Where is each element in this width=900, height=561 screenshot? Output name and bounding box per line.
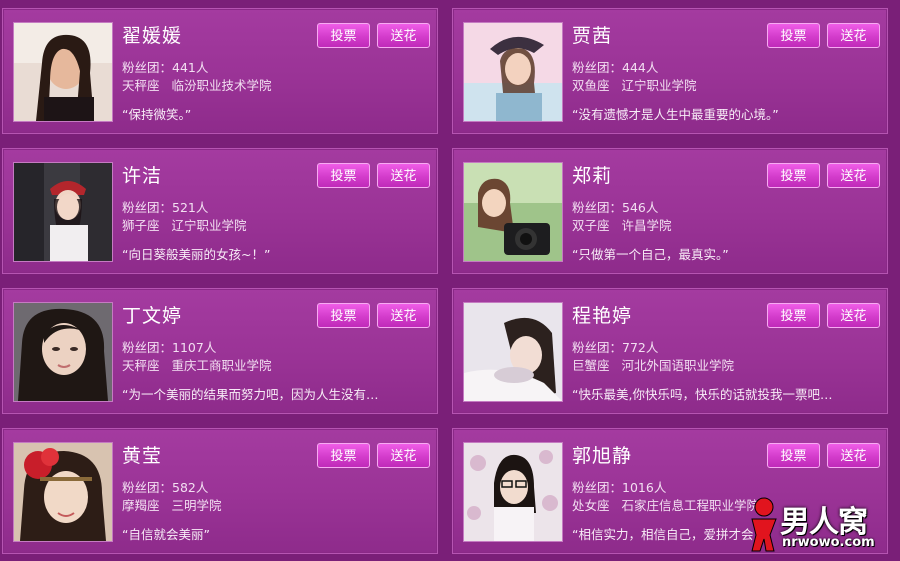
vote-button[interactable]: 投票 <box>317 443 370 468</box>
fan-value: 1107人 <box>172 340 217 355</box>
contestant-photo[interactable] <box>464 443 562 541</box>
vote-button[interactable]: 投票 <box>767 303 820 328</box>
watermark-logo-icon <box>751 497 777 552</box>
school-name: 许昌学院 <box>621 218 672 233</box>
contestant-card: 黄莹 粉丝团：582人 摩羯座 三明学院 “自信就会美丽” 投票 送花 <box>2 428 438 554</box>
zodiac-sign: 天秤座 <box>122 358 160 373</box>
send-flower-button[interactable]: 送花 <box>377 443 430 468</box>
contestant-info: 天秤座 临汾职业技术学院 <box>122 75 272 94</box>
fan-value: 772人 <box>622 340 659 355</box>
contestant-info: 双鱼座 辽宁职业学院 <box>572 75 697 94</box>
fan-count: 粉丝团：582人 <box>122 477 208 496</box>
contestant-card: 贾茜 粉丝团：444人 双鱼座 辽宁职业学院 “没有遗憾才是人生中最重要的心境。”… <box>452 8 888 134</box>
fan-count: 粉丝团：1107人 <box>122 337 216 356</box>
zodiac-sign: 天秤座 <box>122 78 160 93</box>
contestant-quote: “自信就会美丽” <box>122 527 210 542</box>
school-name: 河北外国语职业学院 <box>621 358 735 373</box>
zodiac-sign: 狮子座 <box>122 218 160 233</box>
fan-label: 粉丝团： <box>122 340 173 355</box>
vote-button[interactable]: 投票 <box>317 303 370 328</box>
fan-count: 粉丝团：444人 <box>572 57 658 76</box>
contestant-photo[interactable] <box>464 23 562 121</box>
watermark-url: nrwowo.com <box>782 535 875 550</box>
contestant-card: 翟媛媛 粉丝团：441人 天秤座 临汾职业技术学院 “保持微笑。” 投票 送花 <box>2 8 438 134</box>
fan-label: 粉丝团： <box>572 480 623 495</box>
school-name: 重庆工商职业学院 <box>171 358 272 373</box>
contestant-name[interactable]: 郑莉 <box>572 161 612 188</box>
contestant-name[interactable]: 贾茜 <box>572 21 612 48</box>
zodiac-sign: 处女座 <box>572 498 610 513</box>
send-flower-button[interactable]: 送花 <box>377 163 430 188</box>
contestant-name[interactable]: 黄莹 <box>122 441 162 468</box>
fan-count: 粉丝团：546人 <box>572 197 658 216</box>
contestant-quote: “保持微笑。” <box>122 107 192 122</box>
fan-label: 粉丝团： <box>572 200 623 215</box>
contestant-quote: “为一个美丽的结果而努力吧，因为人生没有… <box>122 387 379 402</box>
fan-label: 粉丝团： <box>572 340 623 355</box>
vote-button[interactable]: 投票 <box>317 163 370 188</box>
fan-value: 521人 <box>172 200 209 215</box>
zodiac-sign: 双子座 <box>572 218 610 233</box>
contestant-card: 郑莉 粉丝团：546人 双子座 许昌学院 “只做第一个自己，最真实。” 投票 送花 <box>452 148 888 274</box>
vote-button[interactable]: 投票 <box>317 23 370 48</box>
fan-value: 441人 <box>172 60 209 75</box>
fan-value: 444人 <box>622 60 659 75</box>
send-flower-button[interactable]: 送花 <box>377 303 430 328</box>
contestant-photo[interactable] <box>14 303 112 401</box>
contestant-photo[interactable] <box>14 443 112 541</box>
contestant-info: 摩羯座 三明学院 <box>122 495 222 514</box>
contestant-quote: “没有遗憾才是人生中最重要的心境。” <box>572 107 779 122</box>
vote-button[interactable]: 投票 <box>767 443 820 468</box>
school-name: 辽宁职业学院 <box>171 218 247 233</box>
fan-value: 546人 <box>622 200 659 215</box>
zodiac-sign: 双鱼座 <box>572 78 610 93</box>
contestant-card: 许洁 粉丝团：521人 狮子座 辽宁职业学院 “向日葵般美丽的女孩~！” 投票 送… <box>2 148 438 274</box>
contestant-info: 天秤座 重庆工商职业学院 <box>122 355 272 374</box>
contestant-info: 双子座 许昌学院 <box>572 215 672 234</box>
contestant-info: 狮子座 辽宁职业学院 <box>122 215 247 234</box>
contestant-photo[interactable] <box>14 23 112 121</box>
contestant-photo[interactable] <box>14 163 112 261</box>
send-flower-button[interactable]: 送花 <box>377 23 430 48</box>
school-name: 石家庄信息工程职业学院 <box>621 498 760 513</box>
contestant-name[interactable]: 许洁 <box>122 161 162 188</box>
contestant-card: 程艳婷 粉丝团：772人 巨蟹座 河北外国语职业学院 “快乐最美,你快乐吗，快乐的… <box>452 288 888 414</box>
contestant-photo[interactable] <box>464 303 562 401</box>
school-name: 辽宁职业学院 <box>621 78 697 93</box>
contestant-card: 丁文婷 粉丝团：1107人 天秤座 重庆工商职业学院 “为一个美丽的结果而努力吧，… <box>2 288 438 414</box>
fan-count: 粉丝团：521人 <box>122 197 208 216</box>
contestant-info: 处女座 石家庄信息工程职业学院 <box>572 495 759 514</box>
school-name: 临汾职业技术学院 <box>171 78 272 93</box>
zodiac-sign: 巨蟹座 <box>572 358 610 373</box>
fan-label: 粉丝团： <box>572 60 623 75</box>
contestant-photo[interactable] <box>464 163 562 261</box>
vote-button[interactable]: 投票 <box>767 163 820 188</box>
contestant-quote: “只做第一个自己，最真实。” <box>572 247 729 262</box>
fan-label: 粉丝团： <box>122 60 173 75</box>
zodiac-sign: 摩羯座 <box>122 498 160 513</box>
fan-count: 粉丝团：1016人 <box>572 477 666 496</box>
contestant-name[interactable]: 程艳婷 <box>572 301 632 328</box>
contestant-info: 巨蟹座 河北外国语职业学院 <box>572 355 734 374</box>
contestant-name[interactable]: 郭旭静 <box>572 441 632 468</box>
contestant-name[interactable]: 丁文婷 <box>122 301 182 328</box>
fan-value: 1016人 <box>622 480 667 495</box>
send-flower-button[interactable]: 送花 <box>827 23 880 48</box>
fan-count: 粉丝团：441人 <box>122 57 208 76</box>
fan-label: 粉丝团： <box>122 480 173 495</box>
school-name: 三明学院 <box>171 498 222 513</box>
fan-count: 粉丝团：772人 <box>572 337 658 356</box>
vote-button[interactable]: 投票 <box>767 23 820 48</box>
send-flower-button[interactable]: 送花 <box>827 443 880 468</box>
contestant-quote: “快乐最美,你快乐吗，快乐的话就投我一票吧… <box>572 387 833 402</box>
contestant-grid: 翟媛媛 粉丝团：441人 天秤座 临汾职业技术学院 “保持微笑。” 投票 送花 贾… <box>0 0 900 561</box>
fan-label: 粉丝团： <box>122 200 173 215</box>
site-watermark: 男人窝 nrwowo.com <box>744 495 894 555</box>
send-flower-button[interactable]: 送花 <box>827 163 880 188</box>
contestant-name[interactable]: 翟媛媛 <box>122 21 182 48</box>
send-flower-button[interactable]: 送花 <box>827 303 880 328</box>
contestant-quote: “向日葵般美丽的女孩~！” <box>122 247 271 262</box>
fan-value: 582人 <box>172 480 209 495</box>
